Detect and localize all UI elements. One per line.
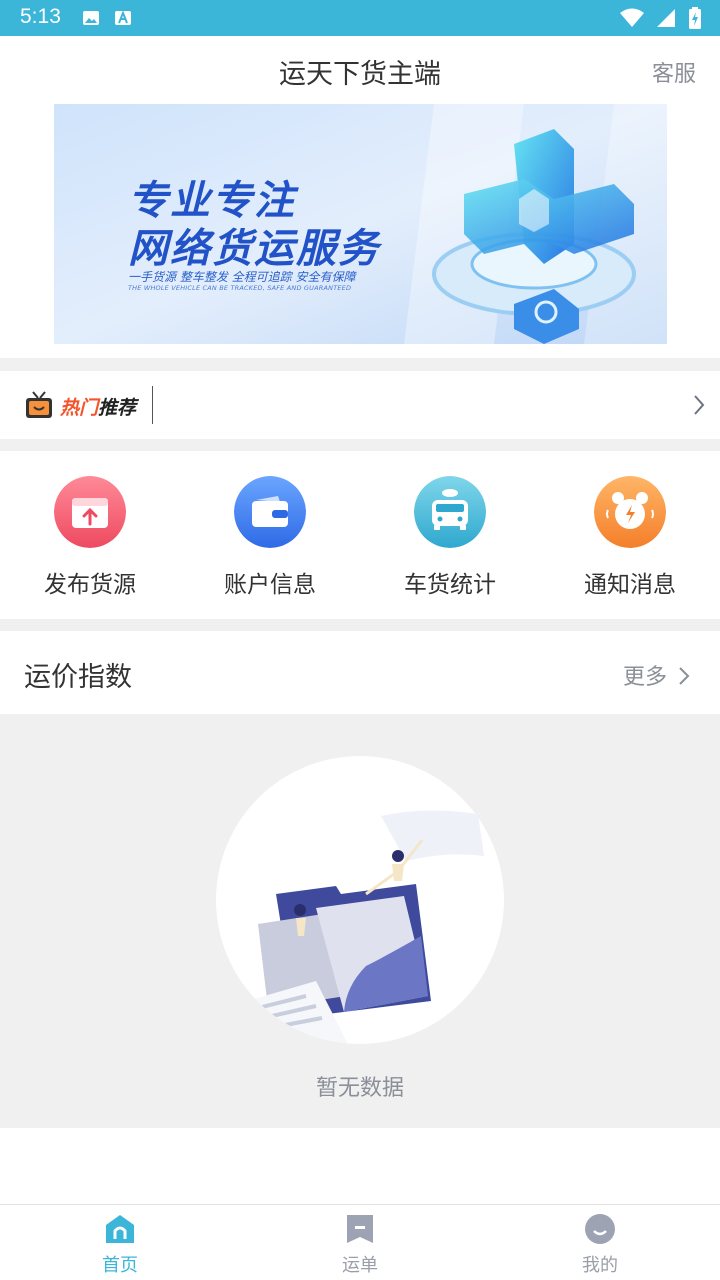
publish-cargo-button[interactable]: 发布货源 <box>0 451 180 619</box>
tab-waybill[interactable]: 运单 <box>240 1205 480 1280</box>
empty-illustration <box>216 756 504 1044</box>
truck-stats-icon <box>414 476 486 548</box>
hot-divider <box>152 386 153 424</box>
more-link[interactable]: 更多 <box>623 659 690 691</box>
publish-cargo-label: 发布货源 <box>44 572 136 598</box>
empty-text: 暂无数据 <box>315 1076 404 1101</box>
section-divider <box>0 358 720 371</box>
truck-stats-button[interactable]: 车货统计 <box>360 451 540 619</box>
title-bar: 运天下货主端 客服 <box>0 36 720 104</box>
empty-state: 暂无数据 <box>0 714 720 1128</box>
alarm-clock-icon <box>594 476 666 548</box>
tab-profile[interactable]: 我的 <box>480 1205 720 1280</box>
waybill-icon <box>347 1215 373 1243</box>
banner-subtitle: 一手货源 整车整发 全程可追踪 安全有保障 <box>128 270 356 284</box>
signal-icon <box>657 9 675 27</box>
tab-home-label: 首页 <box>102 1255 138 1276</box>
freight-index-header: 运价指数 更多 <box>0 631 720 714</box>
profile-icon <box>585 1214 615 1244</box>
status-time: 5:13 <box>20 5 61 28</box>
status-bar: 5:13 <box>0 0 720 36</box>
quick-actions: 发布货源 账户信息 车货统计 通知消息 <box>0 451 720 619</box>
banner-headline-line2: 网络货运服务 <box>128 226 380 272</box>
publish-cargo-icon <box>54 476 126 548</box>
chevron-right-icon <box>679 667 690 685</box>
hot-label-part1: 热门 <box>60 397 99 419</box>
tab-profile-label: 我的 <box>582 1255 618 1276</box>
tab-waybill-label: 运单 <box>342 1255 378 1276</box>
chevron-right-icon[interactable] <box>692 393 706 417</box>
banner-subtitle-en: THE WHOLE VEHICLE CAN BE TRACKED, SAFE A… <box>128 284 352 292</box>
hot-recommend-bar[interactable]: 热门推荐 <box>0 371 720 439</box>
bottom-tab-bar: 首页 运单 我的 <box>0 1204 720 1280</box>
section-divider <box>0 439 720 451</box>
font-notification-icon <box>115 10 131 25</box>
empty-folder-illustration <box>230 810 484 1044</box>
account-info-button[interactable]: 账户信息 <box>180 451 360 619</box>
home-icon <box>106 1215 134 1243</box>
tv-box-icon <box>26 391 52 418</box>
image-notification-icon <box>83 11 99 25</box>
hot-recommend-label: 热门推荐 <box>60 393 136 420</box>
customer-service-button[interactable]: 客服 <box>652 56 696 88</box>
battery-icon <box>689 7 701 29</box>
promo-banner[interactable]: 专业专注 网络货运服务 一手货源 整车整发 全程可追踪 安全有保障 THE WH… <box>54 104 667 344</box>
more-label: 更多 <box>622 665 667 690</box>
page-title: 运天下货主端 <box>279 59 441 90</box>
notifications-button[interactable]: 通知消息 <box>540 451 720 619</box>
account-info-label: 账户信息 <box>224 572 316 598</box>
section-divider <box>0 619 720 631</box>
freight-index-title: 运价指数 <box>24 662 132 693</box>
tab-home[interactable]: 首页 <box>0 1205 240 1280</box>
hot-label-part2: 推荐 <box>98 397 137 419</box>
truck-stats-label: 车货统计 <box>404 572 496 598</box>
wallet-icon <box>234 476 306 548</box>
wifi-icon <box>620 8 644 27</box>
notifications-label: 通知消息 <box>584 572 676 598</box>
